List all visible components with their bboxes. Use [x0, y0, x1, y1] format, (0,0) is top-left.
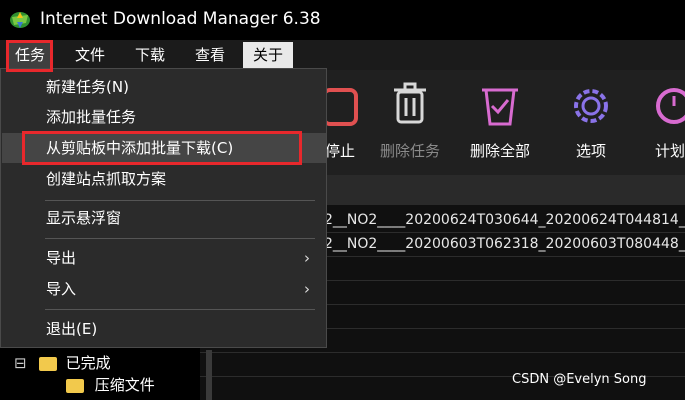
menu-item-add-batch[interactable]: 添加批量任务 [2, 102, 326, 132]
schedule-label: 计划 [654, 142, 685, 160]
file-name-cell: 2__NO2____20200624T030644_20200624T04481… [324, 212, 685, 228]
menu-file[interactable]: 文件 [68, 42, 112, 68]
title-bar: Internet Download Manager 6.38 [0, 0, 685, 40]
menu-item-export[interactable]: 导出 › [2, 243, 326, 273]
delete-task-label: 删除任务 [379, 142, 440, 160]
menu-separator [45, 200, 315, 201]
menu-separator [45, 238, 315, 239]
tree-scrollbar[interactable] [206, 350, 212, 400]
delete-all-icon [482, 88, 518, 126]
submenu-arrow-icon: › [304, 280, 310, 298]
menu-item-site-grabber[interactable]: 创建站点抓取方案 [2, 164, 326, 194]
watermark: CSDN @Evelyn Song [512, 372, 647, 387]
menu-view[interactable]: 查看 [188, 42, 232, 68]
menu-separator [45, 309, 315, 310]
options-button[interactable]: 选项 [551, 70, 631, 175]
folder-check-icon [38, 356, 57, 371]
submenu-arrow-icon: › [304, 249, 310, 267]
tree-item-label: 压缩文件 [94, 376, 155, 394]
menu-item-label: 导出 [46, 249, 77, 267]
gear-icon [574, 89, 608, 123]
menu-item-import[interactable]: 导入 › [2, 274, 326, 304]
options-label: 选项 [575, 142, 606, 160]
menu-item-exit[interactable]: 退出(E) [2, 314, 326, 344]
window-title: Internet Download Manager 6.38 [40, 9, 321, 29]
tree-item-label: 已完成 [65, 354, 111, 372]
task-dropdown-menu: 新建任务(N) 添加批量任务 从剪贴板中添加批量下载(C) 创建站点抓取方案 显… [0, 68, 327, 348]
menu-item-label: 创建站点抓取方案 [46, 170, 167, 188]
folder-icon [66, 378, 84, 393]
menu-item-label: 退出(E) [46, 320, 98, 338]
menu-item-label: 新建任务(N) [46, 78, 129, 96]
clock-icon [656, 88, 685, 124]
menu-item-new-task[interactable]: 新建任务(N) [2, 72, 326, 102]
delete-task-button[interactable]: 删除任务 [370, 70, 450, 175]
menu-item-label: 导入 [46, 280, 77, 298]
delete-all-button[interactable]: 删除全部 [460, 70, 540, 175]
row-divider [200, 352, 685, 353]
annotation-box-clipboard-item [22, 131, 302, 165]
schedule-button[interactable]: 计划 [630, 70, 685, 175]
idm-logo-icon [10, 12, 30, 28]
delete-all-label: 删除全部 [469, 142, 530, 160]
tree-item-archives[interactable]: 压缩文件 [66, 374, 155, 396]
menu-item-label: 添加批量任务 [46, 108, 137, 126]
file-name-cell: 2__NO2____20200603T062318_20200603T08044… [324, 236, 685, 252]
annotation-box-task-menu [6, 40, 53, 72]
trash-icon [394, 82, 426, 124]
menu-about[interactable]: 关于 [243, 42, 293, 68]
expand-icon[interactable]: ⊟ [14, 352, 28, 374]
tree-item-completed[interactable]: ⊟ 已完成 [14, 352, 111, 374]
menu-item-label: 显示悬浮窗 [46, 209, 122, 227]
menu-item-floating-window[interactable]: 显示悬浮窗 [2, 203, 326, 233]
menu-download[interactable]: 下载 [128, 42, 172, 68]
